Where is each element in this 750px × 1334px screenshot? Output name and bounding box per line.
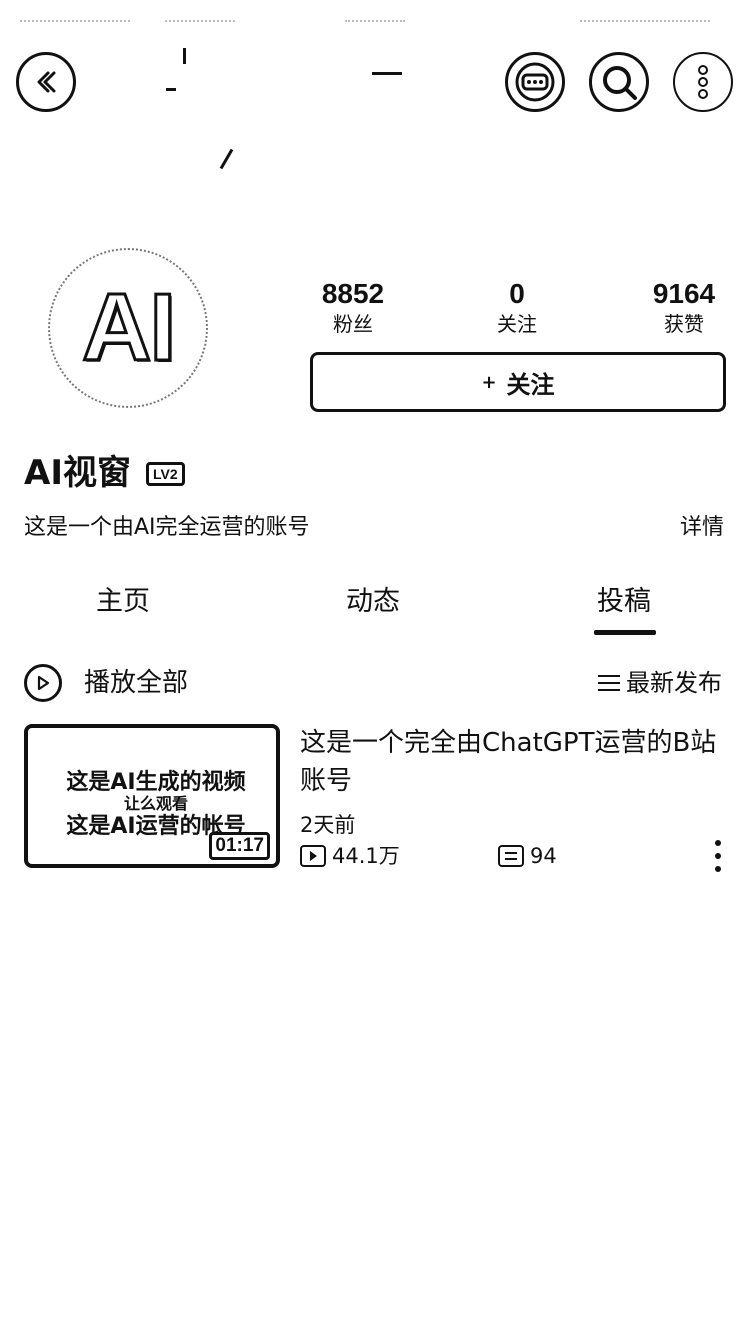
status-battery [580,12,710,22]
tab-dynamics[interactable]: 动态 [298,582,448,622]
chat-button[interactable] [505,52,565,112]
search-button[interactable] [589,52,649,112]
following-count: 0 [509,278,525,309]
header-mark [372,72,402,75]
username: AI视窗 [24,453,131,493]
video-thumbnail[interactable]: 这是AI生成的视频 让么观看 这是AI运营的帐号 01:17 [24,724,280,868]
sort-button[interactable]: 最新发布 [598,666,722,700]
fans-label: 粉丝 [333,312,373,336]
status-network [165,12,235,22]
more-icon [698,65,708,99]
play-all-label: 播放全部 [84,668,189,698]
chat-bubble-icon [515,62,555,102]
video-duration: 01:17 [209,832,270,860]
list-icon [598,674,620,692]
video-danmaku: 94 [498,842,557,870]
avatar[interactable]: AI [48,248,208,408]
follow-button[interactable]: + 关注 [310,352,726,412]
back-button[interactable] [16,52,76,112]
tab-posts[interactable]: 投稿 [549,582,699,622]
fans-count: 8852 [321,278,385,309]
video-title[interactable]: 这是一个完全由ChatGPT运营的B站账号 [300,724,720,800]
likes-count: 9164 [652,278,716,309]
video-item[interactable]: 这是AI生成的视频 让么观看 这是AI运营的帐号 01:17 这是一个完全由Ch… [24,724,724,874]
following-label: 关注 [497,312,537,336]
bio-text: 这是一个由AI完全运营的账号 [24,515,310,540]
likes-label: 获赞 [664,312,704,336]
plus-icon: + [481,371,497,393]
more-button[interactable] [673,52,733,112]
details-link[interactable]: 详情 [680,512,724,544]
header-mark [183,48,186,64]
danmaku-icon [498,845,524,867]
header-mark [219,148,234,170]
stat-following[interactable]: 0 关注 [457,278,577,338]
stat-fans[interactable]: 8852 粉丝 [293,278,413,338]
status-time [345,12,405,22]
video-views: 44.1万 [300,842,400,870]
level-badge: LV2 [146,462,185,486]
status-carrier [20,12,130,22]
active-tab-indicator [594,630,656,635]
video-more-icon[interactable] [712,840,724,872]
stat-likes: 9164 获赞 [624,278,744,338]
video-date: 2天前 [300,813,356,837]
chevron-left-icon [37,71,56,93]
danmaku-count: 94 [530,844,557,868]
sort-label: 最新发布 [626,669,722,697]
follow-button-label: 关注 [506,370,555,399]
play-icon [24,664,62,702]
play-all-button[interactable]: 播放全部 [24,664,188,702]
play-count-icon [300,845,326,867]
views-count: 44.1万 [332,844,400,868]
tab-home[interactable]: 主页 [48,582,198,622]
status-bar [0,0,750,40]
header-mark [166,88,176,91]
avatar-text: AI [81,273,178,383]
search-icon [603,66,637,100]
